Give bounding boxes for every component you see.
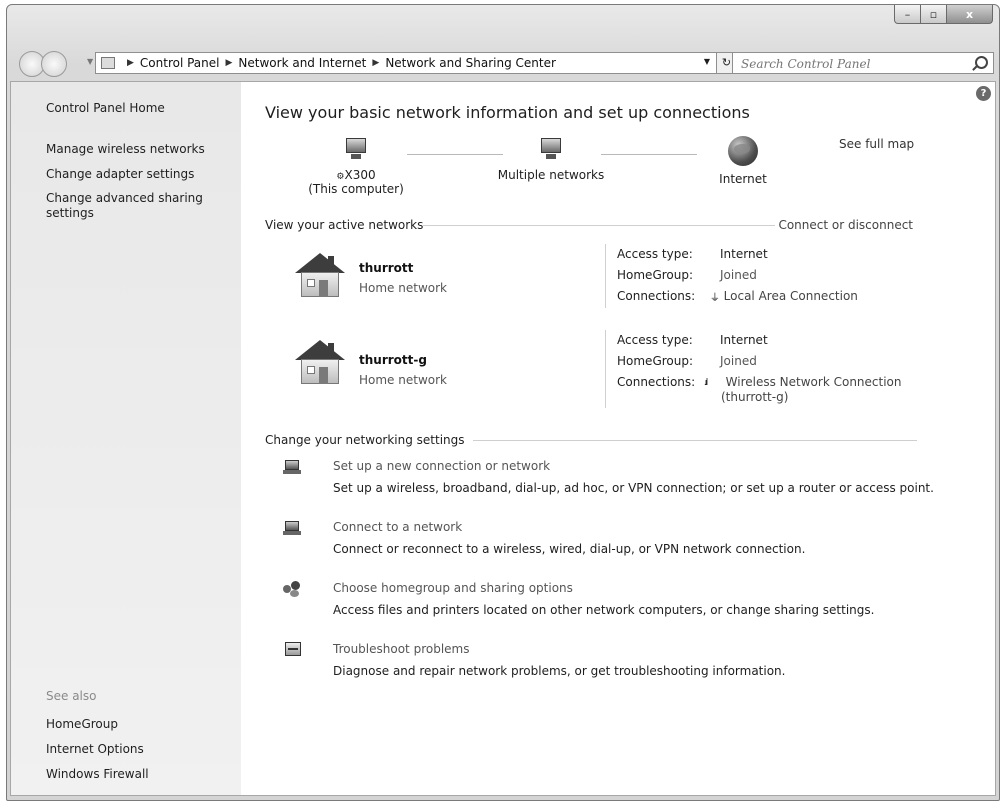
section-divider [473, 440, 917, 441]
homegroup-row: HomeGroup: Joined [617, 354, 757, 368]
network-name-thurrott[interactable]: thurrott [359, 261, 413, 275]
see-also-internet-options[interactable]: Internet Options [46, 742, 144, 756]
navigation-bar: ▼ ▶ Control Panel ▶ Network and Internet… [7, 50, 999, 78]
network-type-link[interactable]: Home network [359, 373, 447, 387]
window-frame: – ▫ x ▼ ▶ Control Panel ▶ Network and In… [6, 4, 1000, 801]
network-name-thurrott-g[interactable]: thurrott-g [359, 353, 427, 367]
breadcrumb-network-and-internet[interactable]: Network and Internet [238, 56, 366, 70]
address-bar[interactable]: ▶ Control Panel ▶ Network and Internet ▶… [95, 52, 717, 74]
ethernet-plug-icon: ⏚ [709, 293, 720, 304]
page-title: View your basic network information and … [265, 103, 750, 122]
search-input[interactable] [739, 54, 963, 74]
change-settings-heading: Change your networking settings [265, 433, 465, 447]
homegroup-sharing-icon [283, 581, 301, 597]
sidebar-change-advanced-sharing-settings[interactable]: Change advanced sharing settings [46, 191, 216, 221]
control-panel-icon [101, 57, 115, 69]
breadcrumb-control-panel[interactable]: Control Panel [140, 56, 220, 70]
map-internet[interactable]: Internet [703, 136, 783, 186]
internet-label: Internet [719, 172, 767, 186]
task-homegroup-sharing[interactable]: Choose homegroup and sharing options [333, 581, 573, 595]
task-setup-new-connection[interactable]: Set up a new connection or network [333, 459, 550, 473]
active-networks-heading: View your active networks [265, 218, 424, 232]
computer-name: X300 [344, 168, 376, 182]
access-type-row: Access type: Internet [617, 333, 768, 347]
minimize-button[interactable]: – [894, 5, 921, 24]
connections-row: Connections: ⏚ Local Area Connection [617, 289, 858, 304]
task-troubleshoot-problems[interactable]: Troubleshoot problems [333, 642, 469, 656]
search-icon[interactable] [975, 56, 988, 69]
see-full-map-link[interactable]: See full map [839, 137, 914, 151]
forward-button[interactable] [41, 51, 67, 77]
map-multiple-networks[interactable]: Multiple networks [491, 138, 611, 182]
section-divider [423, 225, 775, 226]
map-connector-line [407, 154, 503, 155]
wireless-network-ssid[interactable]: (thurrott-g) [721, 390, 788, 404]
see-also-heading: See also [46, 689, 97, 703]
sidebar-manage-wireless-networks[interactable]: Manage wireless networks [46, 142, 205, 156]
network-type-link[interactable]: Home network [359, 281, 447, 295]
connect-network-icon [283, 520, 301, 536]
search-box[interactable] [732, 52, 994, 74]
wireless-signal-icon: .ııl [703, 377, 708, 388]
sidebar: Control Panel Home Manage wireless netwo… [11, 82, 241, 795]
connect-or-disconnect-link[interactable]: Connect or disconnect [778, 218, 913, 232]
networks-icon [537, 138, 565, 160]
task-description: Set up a wireless, broadband, dial-up, a… [333, 481, 934, 495]
caption-buttons: – ▫ x [894, 5, 993, 24]
new-connection-icon [283, 459, 301, 475]
map-this-computer[interactable]: ⚙X300 (This computer) [301, 138, 411, 196]
content-area: Control Panel Home Manage wireless netwo… [10, 81, 996, 796]
wireless-network-connection-link[interactable]: Wireless Network Connection [726, 375, 902, 389]
globe-icon [728, 136, 758, 166]
task-description: Diagnose and repair network problems, or… [333, 664, 786, 678]
task-connect-to-network[interactable]: Connect to a network [333, 520, 462, 534]
breadcrumb-network-sharing-center[interactable]: Network and Sharing Center [385, 56, 556, 70]
troubleshoot-icon [285, 642, 303, 658]
home-network-icon[interactable] [295, 340, 345, 384]
main-panel: View your basic network information and … [241, 82, 995, 795]
maximize-button[interactable]: ▫ [921, 5, 947, 24]
homegroup-joined-link[interactable]: Joined [720, 354, 757, 368]
access-type-row: Access type: Internet [617, 247, 768, 261]
breadcrumb-arrow-icon[interactable]: ▶ [127, 58, 134, 68]
sidebar-control-panel-home[interactable]: Control Panel Home [46, 101, 165, 115]
map-connector-line [601, 154, 697, 155]
vertical-divider [605, 330, 606, 408]
address-dropdown-icon[interactable]: ▼ [704, 57, 710, 66]
breadcrumb-arrow-icon[interactable]: ▶ [372, 58, 379, 68]
computer-sub-label: (This computer) [308, 182, 404, 196]
multiple-networks-label: Multiple networks [497, 168, 605, 182]
local-area-connection-link[interactable]: Local Area Connection [724, 289, 858, 303]
see-also-homegroup[interactable]: HomeGroup [46, 717, 118, 731]
home-network-icon[interactable] [295, 253, 345, 297]
homegroup-joined-link[interactable]: Joined [720, 268, 757, 282]
breadcrumb-arrow-icon[interactable]: ▶ [226, 58, 233, 68]
connections-row: Connections: .ııl Wireless Network Conne… [617, 375, 902, 389]
task-description: Access files and printers located on oth… [333, 603, 875, 617]
computer-icon [342, 138, 370, 160]
sidebar-change-adapter-settings[interactable]: Change adapter settings [46, 167, 194, 181]
close-button[interactable]: x [947, 5, 993, 24]
homegroup-row: HomeGroup: Joined [617, 268, 757, 282]
task-description: Connect or reconnect to a wireless, wire… [333, 542, 806, 556]
recent-pages-dropdown-icon[interactable]: ▼ [87, 57, 93, 66]
vertical-divider [605, 244, 606, 308]
see-also-windows-firewall[interactable]: Windows Firewall [46, 767, 149, 781]
